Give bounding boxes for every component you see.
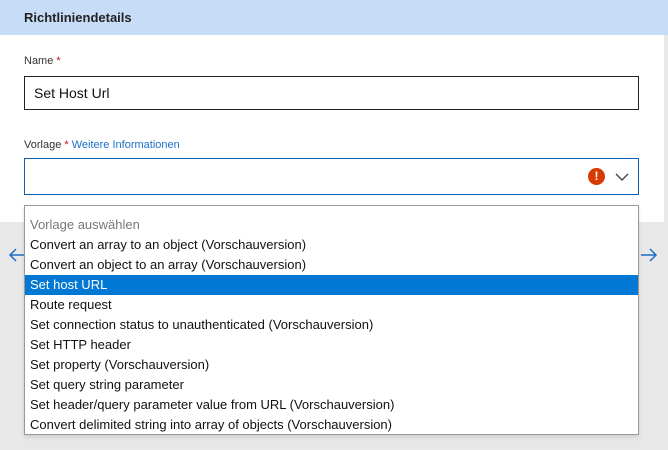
more-info-link[interactable]: Weitere Informationen xyxy=(69,139,180,151)
required-mark: * xyxy=(53,55,61,67)
dropdown-option[interactable]: Convert an object to an array (Vorschauv… xyxy=(25,255,638,275)
arrow-right-icon[interactable] xyxy=(640,246,658,264)
dropdown-option[interactable]: Set header/query parameter value from UR… xyxy=(25,395,638,415)
dropdown-placeholder[interactable]: Vorlage auswählen xyxy=(25,215,638,235)
dropdown-option-selected[interactable]: Set host URL xyxy=(25,275,638,295)
template-label-text: Vorlage xyxy=(24,139,62,151)
required-mark: * xyxy=(61,139,69,151)
dropdown-option[interactable]: Set HTTP header xyxy=(25,335,638,355)
template-dropdown-list: Vorlage auswählen Convert an array to an… xyxy=(24,205,639,435)
panel-title: Richtliniendetails xyxy=(0,0,668,35)
error-icon: ! xyxy=(588,168,605,185)
template-label: Vorlage * Weitere Informationen xyxy=(24,139,180,151)
name-label-text: Name xyxy=(24,55,54,67)
template-select[interactable]: ! xyxy=(24,158,639,195)
dropdown-option[interactable]: Route request xyxy=(25,295,638,315)
dropdown-option[interactable]: Set connection status to unauthenticated… xyxy=(25,315,638,335)
dropdown-option[interactable]: Convert an array to an object (Vorschauv… xyxy=(25,235,638,255)
dropdown-option[interactable]: Set query string parameter xyxy=(25,375,638,395)
dropdown-option[interactable]: Set property (Vorschauversion) xyxy=(25,355,638,375)
policy-details-panel: Richtliniendetails Name * Set Host Url V… xyxy=(0,0,668,222)
panel-edge xyxy=(664,35,668,222)
name-input-value: Set Host Url xyxy=(34,85,110,101)
chevron-down-icon[interactable] xyxy=(614,169,630,185)
name-label: Name * xyxy=(24,55,61,67)
name-input[interactable]: Set Host Url xyxy=(24,76,639,110)
dropdown-option[interactable]: Convert delimited string into array of o… xyxy=(25,415,638,435)
